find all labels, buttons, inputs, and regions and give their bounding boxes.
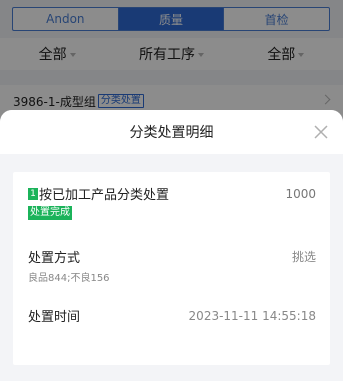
time-value: 2023-11-11 14:55:18 bbox=[188, 308, 316, 323]
close-icon[interactable] bbox=[313, 124, 329, 140]
sheet-title: 分类处置明细 bbox=[129, 125, 214, 141]
method-label: 处置方式 bbox=[28, 251, 81, 266]
status-badge: 处置完成 bbox=[28, 206, 72, 220]
time-row: 处置时间 2023-11-11 14:55:18 bbox=[28, 306, 316, 326]
bottom-sheet: 分类处置明细 1 按已加工产品分类处置 1000 处置完成 处置方式 挑选 良品… bbox=[0, 110, 343, 381]
method-value: 挑选 bbox=[291, 250, 316, 264]
item-name: 按已加工产品分类处置 bbox=[39, 188, 170, 203]
disposition-card: 1 按已加工产品分类处置 1000 处置完成 处置方式 挑选 良品844;不良1… bbox=[13, 172, 330, 365]
time-label: 处置时间 bbox=[28, 310, 81, 325]
item-index-badge: 1 bbox=[28, 187, 38, 200]
sheet-header: 分类处置明细 bbox=[0, 110, 343, 154]
disposition-item-row: 1 按已加工产品分类处置 1000 bbox=[28, 184, 316, 203]
method-row: 处置方式 挑选 bbox=[28, 247, 316, 266]
item-quantity: 1000 bbox=[285, 186, 316, 201]
method-detail: 良品844;不良156 bbox=[28, 273, 110, 284]
